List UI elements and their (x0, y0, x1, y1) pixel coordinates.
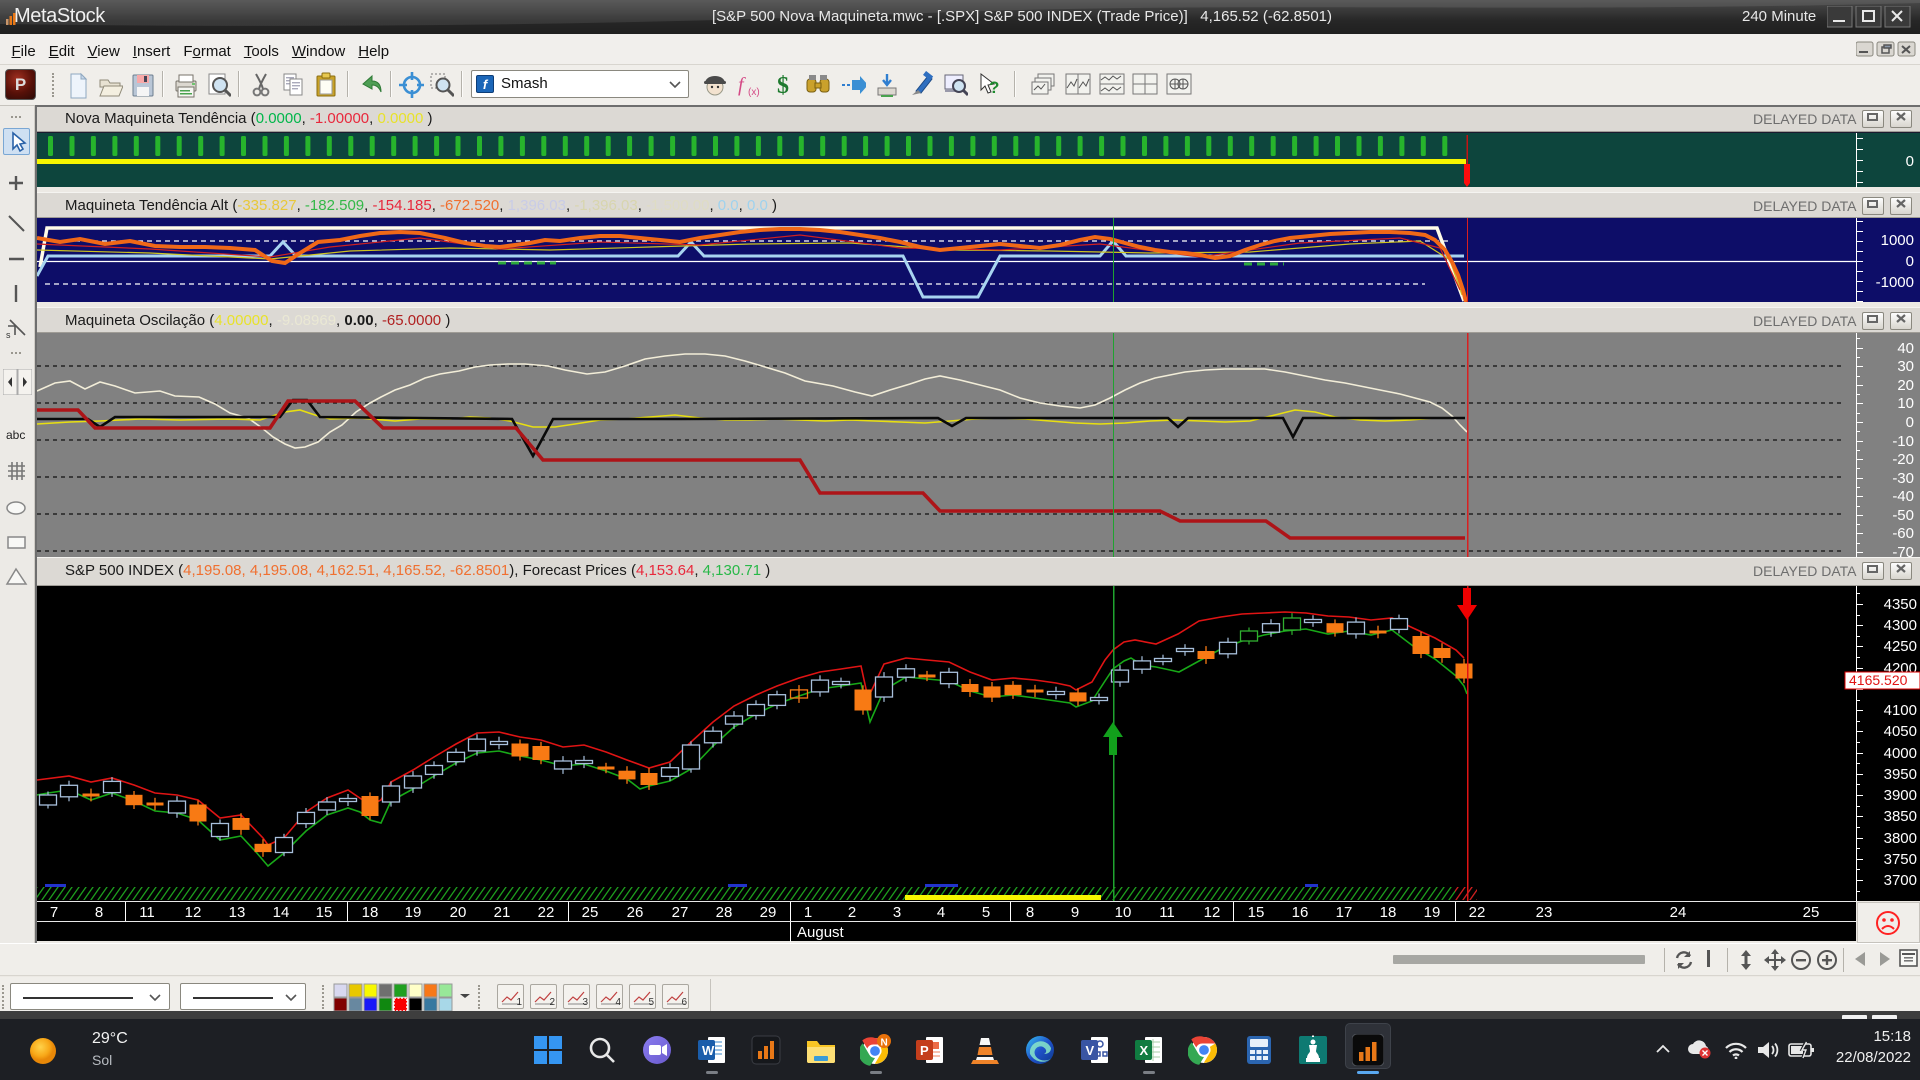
svg-text:3: 3 (893, 904, 901, 921)
svg-text:7: 7 (50, 904, 58, 921)
svg-text:4000: 4000 (1884, 745, 1917, 762)
svg-text:-50: -50 (1892, 507, 1914, 524)
svg-text:3850: 3850 (1884, 808, 1917, 825)
svg-text:12: 12 (1204, 904, 1221, 921)
svg-text:1: 1 (804, 904, 812, 921)
svg-text:9: 9 (1071, 904, 1079, 921)
svg-text:28: 28 (716, 904, 733, 921)
svg-text:3950: 3950 (1884, 766, 1917, 783)
svg-text:4100: 4100 (1884, 702, 1917, 719)
svg-text:V: V (1086, 1043, 1095, 1058)
svg-text:24: 24 (1670, 904, 1687, 921)
svg-text:30: 30 (1897, 358, 1914, 375)
svg-text:W: W (702, 1043, 715, 1058)
svg-text:8: 8 (95, 904, 103, 921)
svg-text:10: 10 (1115, 904, 1132, 921)
svg-text:16: 16 (1292, 904, 1309, 921)
svg-text:-70: -70 (1892, 544, 1914, 557)
svg-text:abc: abc (6, 428, 25, 442)
svg-text:?: ? (989, 78, 999, 97)
svg-text:3750: 3750 (1884, 851, 1917, 868)
svg-text:August: August (797, 924, 845, 941)
svg-text:4: 4 (937, 904, 945, 921)
svg-text:29: 29 (760, 904, 777, 921)
svg-text:s: s (6, 330, 11, 340)
svg-text:25: 25 (582, 904, 599, 921)
svg-text:-30: -30 (1892, 470, 1914, 487)
svg-text:11: 11 (1159, 904, 1175, 921)
svg-text:3800: 3800 (1884, 830, 1917, 847)
svg-text:N: N (881, 1038, 888, 1049)
svg-text:20: 20 (450, 904, 467, 921)
svg-text:2: 2 (848, 904, 856, 921)
svg-text:19: 19 (405, 904, 422, 921)
svg-text:40: 40 (1897, 340, 1914, 357)
svg-text:19: 19 (1424, 904, 1441, 921)
svg-text:22: 22 (1469, 904, 1486, 921)
svg-text:f: f (738, 74, 746, 96)
svg-text:22: 22 (538, 904, 555, 921)
svg-text:17: 17 (1336, 904, 1353, 921)
svg-text:P: P (920, 1043, 929, 1058)
svg-text:15: 15 (316, 904, 333, 921)
svg-text:4165.520: 4165.520 (1849, 672, 1908, 688)
svg-text:(x): (x) (748, 87, 760, 98)
svg-text:1000: 1000 (1881, 232, 1914, 249)
svg-text:4050: 4050 (1884, 723, 1917, 740)
svg-text:14: 14 (273, 904, 290, 921)
svg-text:-1000: -1000 (1876, 274, 1914, 291)
svg-text:0: 0 (1906, 414, 1914, 431)
svg-text:-60: -60 (1892, 525, 1914, 542)
svg-text:-20: -20 (1892, 451, 1914, 468)
svg-text:11: 11 (139, 904, 155, 921)
svg-text:18: 18 (1380, 904, 1397, 921)
svg-text:5: 5 (982, 904, 990, 921)
svg-text:25: 25 (1803, 904, 1820, 921)
svg-text:4350: 4350 (1884, 596, 1917, 613)
svg-text:8: 8 (1026, 904, 1034, 921)
svg-text:10: 10 (1897, 395, 1914, 412)
svg-text:26: 26 (627, 904, 644, 921)
svg-text:3700: 3700 (1884, 872, 1917, 889)
svg-text:21: 21 (494, 904, 511, 921)
svg-text:X: X (1140, 1043, 1149, 1058)
svg-text:-40: -40 (1892, 488, 1914, 505)
svg-text:3900: 3900 (1884, 787, 1917, 804)
svg-text:4250: 4250 (1884, 638, 1917, 655)
svg-text:23: 23 (1536, 904, 1553, 921)
svg-text:-10: -10 (1892, 433, 1914, 450)
svg-text:15: 15 (1248, 904, 1265, 921)
svg-text:18: 18 (362, 904, 379, 921)
svg-text:4300: 4300 (1884, 617, 1917, 634)
svg-text:0: 0 (1906, 253, 1914, 270)
svg-text:0: 0 (1906, 153, 1914, 170)
svg-text:$: $ (777, 73, 789, 99)
svg-text:12: 12 (185, 904, 202, 921)
svg-text:27: 27 (672, 904, 689, 921)
svg-text:13: 13 (229, 904, 246, 921)
svg-text:20: 20 (1897, 377, 1914, 394)
